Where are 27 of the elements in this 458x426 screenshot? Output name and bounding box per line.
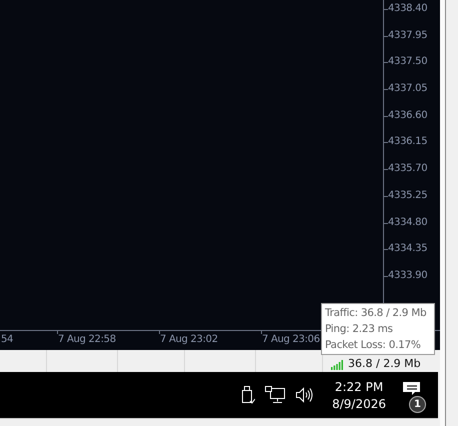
traffic-reading: 36.8 / 2.9 Mb: [348, 357, 421, 370]
price-label: 4334.80: [388, 216, 428, 228]
price-label: 4338.40: [388, 3, 428, 14]
tooltip-line: Packet Loss: 0.17%: [325, 338, 422, 353]
network-icon[interactable]: [265, 386, 286, 404]
notification-badge: 1: [409, 396, 426, 413]
price-label: 4335.25: [388, 190, 428, 201]
time-label: 54: [0, 334, 14, 345]
tooltip-line: Ping: 2.23 ms: [325, 322, 394, 337]
time-label: 7 Aug 23:02: [159, 334, 218, 345]
clock-time[interactable]: 2:22 PM: [334, 380, 384, 394]
price-label: 4336.60: [388, 110, 428, 121]
tooltip-line: Traffic: 36.8 / 2.9 Mb: [325, 306, 428, 321]
price-label: 4337.95: [388, 30, 428, 41]
time-label: 7 Aug 22:58: [57, 334, 116, 345]
price-label: 4333.90: [388, 270, 428, 281]
price-label: 4337.05: [388, 83, 428, 94]
price-label: 4335.70: [388, 163, 428, 174]
signal-icon: [331, 360, 344, 370]
speaker-icon[interactable]: [295, 387, 314, 403]
usb-drive-icon[interactable]: [242, 386, 256, 404]
clock-date[interactable]: 8/9/2026: [332, 396, 386, 410]
price-label: 4336.15: [388, 136, 428, 148]
time-label: 7 Aug 23:06: [261, 334, 320, 345]
notification-icon[interactable]: [403, 382, 420, 395]
price-label: 4337.50: [388, 56, 428, 68]
price-label: 4334.35: [388, 243, 428, 254]
